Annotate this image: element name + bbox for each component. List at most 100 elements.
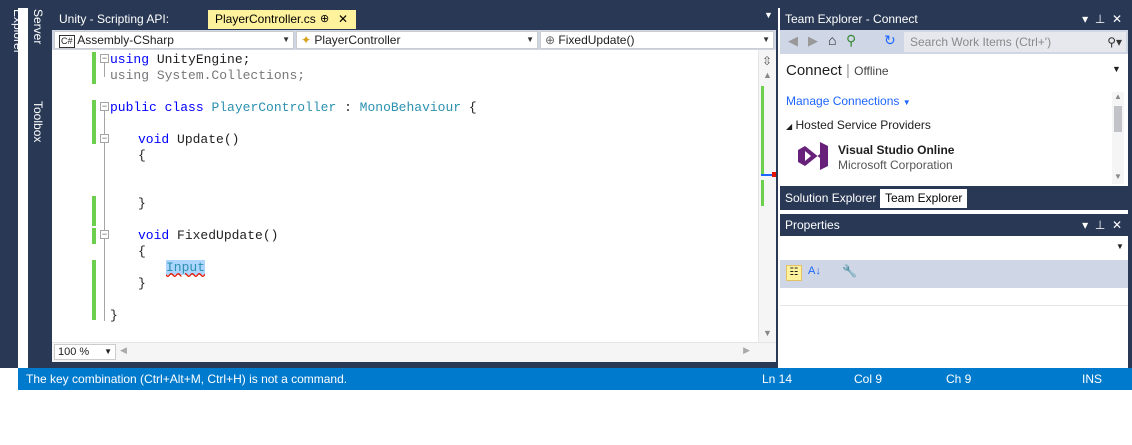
code-line: public class PlayerController : MonoBeha… [110, 100, 477, 115]
change-marker [92, 100, 96, 144]
member-label: FixedUpdate() [558, 33, 635, 47]
zoom-combo[interactable]: 100 % ▼ [54, 344, 116, 360]
typed-identifier: Input [166, 260, 206, 275]
connect-heading: Connect | Offline [786, 62, 889, 79]
tab-label: Unity - Scripting API: [59, 12, 170, 26]
window-controls[interactable]: ▾ ⊥ ✕ [1082, 214, 1122, 236]
tab-list-dropdown-icon[interactable]: ▼ [764, 10, 773, 20]
connect-plug-icon[interactable]: ⚲ [846, 32, 856, 49]
change-overview-marker [761, 180, 764, 206]
home-icon[interactable]: ⌂ [828, 32, 836, 48]
back-icon[interactable]: ◀ [788, 33, 798, 49]
editor-horizontal-bar: ◀ ▶ [52, 342, 776, 362]
offline-label: Offline [854, 64, 889, 78]
insert-mode: INS [1082, 372, 1103, 386]
team-explorer-title: Team Explorer - Connect [785, 12, 918, 26]
close-icon[interactable]: ✕ [338, 10, 348, 29]
code-line: { [138, 244, 146, 259]
side-tab-server-explorer[interactable]: Server Explorer [11, 6, 48, 70]
code-line: void Update() [138, 132, 240, 147]
collapse-icon[interactable]: − [100, 54, 109, 63]
code-line: } [110, 308, 118, 323]
project-combo[interactable]: C# Assembly-CSharp ▼ [54, 31, 294, 49]
scroll-up-icon[interactable]: ▲ [763, 70, 772, 80]
collapse-icon[interactable]: − [100, 230, 109, 239]
class-combo[interactable]: ✦ PlayerController ▼ [296, 31, 538, 49]
column-number: Col 9 [854, 372, 883, 386]
code-line: Input [166, 260, 206, 276]
char-number: Ch 9 [946, 372, 972, 386]
code-line: } [138, 196, 146, 211]
editor-vertical-scrollbar[interactable]: ⇳ ▲ ▼ [758, 50, 776, 342]
chevron-down-icon[interactable]: ▼ [1116, 242, 1124, 251]
member-combo[interactable]: ⊕ FixedUpdate() ▼ [540, 31, 774, 49]
chevron-down-icon: ▼ [526, 35, 534, 44]
window-controls[interactable]: ▾ ⊥ ✕ [1082, 8, 1122, 30]
scroll-down-icon[interactable]: ▼ [763, 328, 772, 338]
document-tab-bar: Unity - Scripting API: PlayerController.… [48, 8, 778, 31]
code-line: using System.Collections; [110, 68, 306, 83]
code-line: } [138, 276, 146, 291]
manage-connections-link[interactable]: Manage Connections ▼ [786, 94, 911, 108]
collapse-icon[interactable]: − [100, 102, 109, 111]
code-editor[interactable] [52, 50, 758, 342]
team-explorer-scrollbar[interactable]: ▲ ▼ [1112, 92, 1124, 184]
divider [780, 305, 1128, 306]
scroll-left-icon[interactable]: ◀ [120, 345, 127, 356]
chevron-down-icon: ▼ [762, 35, 770, 44]
alphabetical-icon[interactable]: A↓ [808, 265, 821, 277]
team-explorer-titlebar: Team Explorer - Connect ▾ ⊥ ✕ [780, 8, 1128, 30]
pin-icon[interactable]: ⊕ [320, 10, 329, 29]
method-icon: ⊕ [545, 33, 556, 47]
window-top-edge [18, 0, 1132, 8]
vso-company: Microsoft Corporation [838, 158, 953, 172]
change-marker [92, 228, 96, 244]
properties-toolbar: ☷ A↓ 🔧 [780, 260, 1128, 288]
status-message: The key combination (Ctrl+Alt+M, Ctrl+H)… [26, 372, 348, 386]
zoom-label: 100 % [58, 346, 90, 358]
properties-titlebar: Properties ▾ ⊥ ✕ [780, 214, 1128, 236]
tab-playercontroller-cs[interactable]: PlayerController.cs ⊕ ✕ [208, 10, 356, 29]
code-line: using UnityEngine; [110, 52, 251, 67]
categorized-icon[interactable]: ☷ [786, 265, 802, 281]
window-right-edge [1128, 8, 1132, 368]
search-work-items-input[interactable]: Search Work Items (Ctrl+') ⚲▾ [904, 32, 1126, 52]
split-icon[interactable]: ⇳ [762, 54, 772, 68]
tab-unity-scripting-api[interactable]: Unity - Scripting API: [52, 10, 202, 29]
code-line: { [138, 148, 146, 163]
class-icon: ✦ [301, 33, 312, 47]
editor-gutter [52, 50, 70, 342]
tab-team-explorer[interactable]: Team Explorer [880, 189, 968, 208]
project-label: Assembly-CSharp [77, 33, 174, 47]
tab-label: PlayerController.cs [215, 12, 316, 26]
status-bar: The key combination (Ctrl+Alt+M, Ctrl+H)… [18, 368, 1132, 390]
change-marker [92, 196, 96, 226]
side-tab-strip: Server Explorer Toolbox [11, 6, 48, 368]
chevron-down-icon: ▼ [104, 347, 112, 356]
chevron-down-icon: ▼ [282, 35, 290, 44]
chevron-down-icon[interactable]: ▼ [1112, 64, 1121, 74]
vso-title[interactable]: Visual Studio Online [838, 143, 954, 157]
line-number: Ln 14 [762, 372, 793, 386]
panel-tab-strip: Solution Explorer Team Explorer [780, 186, 1128, 210]
code-line: void FixedUpdate() [138, 228, 279, 243]
properties-panel [780, 236, 1128, 362]
hosted-service-providers-section[interactable]: ◢ Hosted Service Providers [786, 118, 931, 132]
error-marker [772, 172, 776, 177]
tab-solution-explorer[interactable]: Solution Explorer [780, 189, 881, 208]
side-tab-toolbox[interactable]: Toolbox [28, 98, 48, 148]
change-marker [92, 52, 96, 84]
collapse-icon[interactable]: − [100, 134, 109, 143]
search-placeholder: Search Work Items (Ctrl+') [910, 35, 1052, 49]
visual-studio-online-icon [796, 140, 830, 172]
outline-line [104, 63, 105, 77]
window-left-edge [0, 0, 18, 368]
refresh-icon[interactable]: ↻ [884, 32, 896, 49]
scroll-right-icon[interactable]: ▶ [743, 345, 750, 356]
navigation-bar: C# Assembly-CSharp ▼ ✦ PlayerController … [52, 30, 776, 50]
csharp-icon: C# [59, 35, 75, 48]
change-overview-marker [761, 86, 764, 176]
property-pages-icon[interactable]: 🔧 [842, 264, 857, 278]
forward-icon[interactable]: ▶ [808, 33, 818, 49]
search-icon[interactable]: ⚲▾ [1107, 32, 1122, 52]
